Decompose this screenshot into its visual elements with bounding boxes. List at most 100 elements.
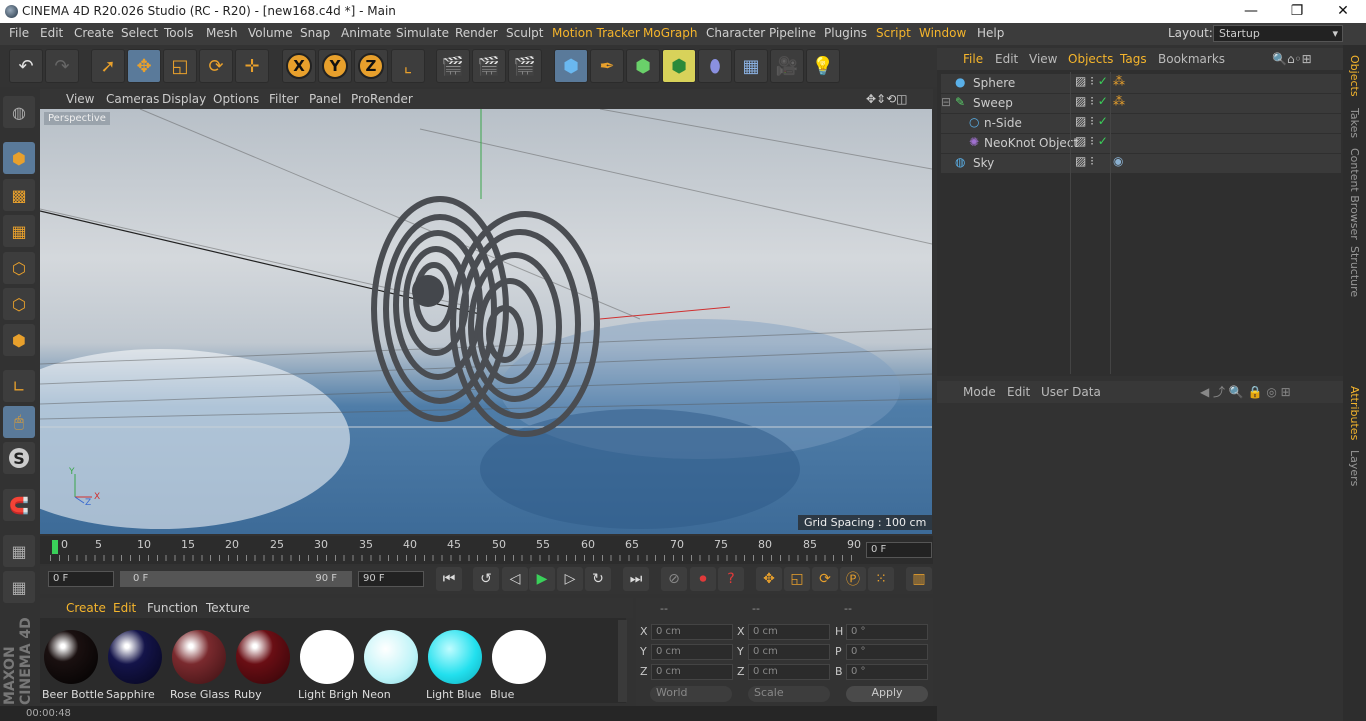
menu-window[interactable]: Window [919,26,966,40]
transform-tool-button[interactable]: ✛ [235,49,269,83]
tab-layers[interactable]: Layers [1348,450,1361,486]
next-frame-button[interactable]: ▷ [557,567,583,591]
start-frame-field[interactable]: 0 F [48,571,114,587]
material-menu-edit[interactable]: Edit [113,601,136,615]
z-axis-button[interactable]: Z [354,49,388,83]
autokey-button[interactable]: ? [718,567,744,591]
visibility-dots[interactable]: ▨ ⁝ ✓ [1075,114,1108,128]
size-x-field[interactable]: 0 cm [748,624,830,640]
material-menu-texture[interactable]: Texture [206,601,250,615]
viewport-menu-filter[interactable]: Filter [269,92,299,106]
pen-button[interactable]: ✒ [590,49,624,83]
record-disabled-button[interactable]: ⊘ [661,567,687,591]
light-button[interactable]: 💡 [806,49,840,83]
tab-takes[interactable]: Takes [1348,108,1361,138]
coord-mode-select[interactable]: Scale [748,686,830,702]
attr-menu-edit[interactable]: Edit [1007,385,1030,399]
material-light-bright[interactable]: Light Brigh [298,620,358,702]
polygons-mode-button[interactable]: ⬢ [3,324,35,356]
viewport-menu-display[interactable]: Display [162,92,206,106]
apply-button[interactable]: Apply [846,686,928,702]
menu-mograph[interactable]: MoGraph [643,26,698,40]
menu-motion-tracker[interactable]: Motion Tracker [552,26,640,40]
scale-tool-button[interactable]: ◱ [163,49,197,83]
record-button[interactable]: ⏺ [690,567,716,591]
visibility-dots[interactable]: ▨ ⁝ ✓ [1075,134,1108,148]
menu-plugins[interactable]: Plugins [824,26,867,40]
live-selection-button[interactable]: ➚ [91,49,125,83]
make-editable-button[interactable]: ◍ [3,96,35,128]
workplane-mode-button[interactable]: ▦ [3,215,35,247]
menu-simulate[interactable]: Simulate [396,26,449,40]
tab-structure[interactable]: Structure [1348,246,1361,297]
frame-range-slider[interactable]: 0 F 90 F [120,571,352,587]
model-mode-button[interactable]: ⬢ [3,142,35,174]
workplane-lock-button[interactable]: ▦ [3,571,35,603]
snap-button[interactable]: 🧲 [3,489,35,521]
attr-nav-icons[interactable]: ◀ ⤴ 🔍 🔒 ◎ ⊞ [1200,383,1291,400]
end-frame-field[interactable]: 90 F [358,571,424,587]
tweak-mode-button[interactable]: 🖱 [3,406,35,438]
collapse-icon[interactable]: ⊟ [941,95,951,109]
menu-sculpt[interactable]: Sculpt [506,26,543,40]
goto-start-button[interactable]: ⏮ [436,567,462,591]
rotation-p-field[interactable]: 0 ° [846,644,928,660]
material-light-blue[interactable]: Light Blue [426,620,486,702]
viewport-menu-panel[interactable]: Panel [309,92,341,106]
rotate-tool-button[interactable]: ⟳ [199,49,233,83]
menu-file[interactable]: File [9,26,29,40]
key-position-button[interactable]: ✥ [756,567,782,591]
object-row-sweep[interactable]: ⊟ ✎ Sweep ▨ ⁝ ✓ ⁂ [941,94,1341,113]
visibility-dots[interactable]: ▨ ⁝ ✓ [1075,94,1108,108]
solo-button[interactable]: S [3,442,35,474]
material-scrollbar[interactable] [618,620,627,702]
rotation-h-field[interactable]: 0 ° [846,624,928,640]
size-z-field[interactable]: 0 cm [748,664,830,680]
material-ruby[interactable]: Ruby [234,620,294,702]
object-search-icons[interactable]: 🔍⌂◦⊞ [1272,52,1312,66]
cloner-button[interactable]: ⬢ [662,49,696,83]
key-param-button[interactable]: Ⓟ [840,567,866,591]
position-z-field[interactable]: 0 cm [651,664,733,680]
attr-menu-user-data[interactable]: User Data [1041,385,1101,399]
menu-create[interactable]: Create [74,26,114,40]
viewport-menu-cameras[interactable]: Cameras [106,92,159,106]
subdivision-button[interactable]: ⬢ [626,49,660,83]
menu-volume[interactable]: Volume [248,26,293,40]
material-neon[interactable]: Neon [362,620,422,702]
sky-material-tag-icon[interactable]: ◉ [1113,154,1123,168]
menu-select[interactable]: Select [121,26,158,40]
object-menu-file[interactable]: File [963,52,983,66]
position-x-field[interactable]: 0 cm [651,624,733,640]
material-sapphire[interactable]: Sapphire [106,620,166,702]
timeline-ruler[interactable] [40,536,933,564]
y-axis-button[interactable]: Y [318,49,352,83]
current-frame-field[interactable]: 0 F [866,542,932,558]
object-row-sphere[interactable]: ● Sphere ▨ ⁝ ✓ ⁂ [941,74,1341,93]
prev-frame-button[interactable]: ◁ [502,567,528,591]
menu-snap[interactable]: Snap [300,26,330,40]
object-menu-edit[interactable]: Edit [995,52,1018,66]
next-key-button[interactable]: ↻ [585,567,611,591]
deformer-button[interactable]: ⬮ [698,49,732,83]
size-y-field[interactable]: 0 cm [748,644,830,660]
material-menu-function[interactable]: Function [147,601,198,615]
cube-button[interactable]: ⬢ [554,49,588,83]
menu-edit[interactable]: Edit [40,26,63,40]
maximize-button[interactable]: ❐ [1274,0,1320,23]
viewport-menu-options[interactable]: Options [213,92,259,106]
object-menu-objects[interactable]: Objects [1068,52,1113,66]
render-view-button[interactable]: 🎬 [436,49,470,83]
tab-attributes[interactable]: Attributes [1348,386,1361,440]
playhead[interactable] [52,540,58,554]
menu-pipeline[interactable]: Pipeline [769,26,816,40]
close-button[interactable]: ✕ [1320,0,1366,23]
menu-mesh[interactable]: Mesh [206,26,238,40]
menu-tools[interactable]: Tools [164,26,194,40]
visibility-dots[interactable]: ▨ ⁝ ✓ [1075,74,1108,88]
coord-system-select[interactable]: World [650,686,732,702]
material-blue[interactable]: Blue [490,620,550,702]
points-mode-button[interactable]: ⬡ [3,252,35,284]
viewport-3d[interactable]: Y Z X [40,109,932,534]
prev-key-button[interactable]: ↺ [473,567,499,591]
